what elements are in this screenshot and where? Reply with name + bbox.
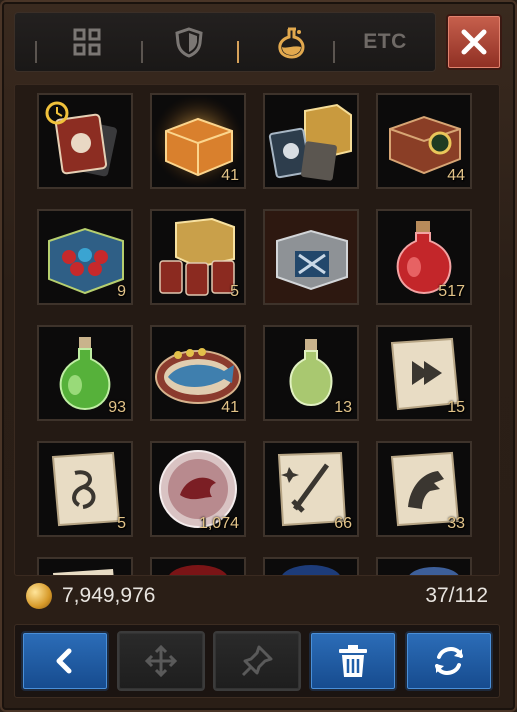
item-slot[interactable]: 93: [37, 325, 133, 421]
inventory-window: ETC 41 44 9 5 517 93 41 13 15 5 1,074 66…: [0, 0, 517, 712]
refresh-icon: [435, 646, 463, 676]
item-quantity: 5: [117, 515, 126, 532]
item-slot[interactable]: 13: [263, 325, 359, 421]
item-quantity: 33: [447, 515, 465, 532]
close-button[interactable]: [446, 14, 502, 70]
item-quantity: 93: [108, 399, 126, 416]
tab-separator: [333, 41, 335, 63]
tab-equipment[interactable]: [149, 13, 229, 71]
trash-button[interactable]: [309, 631, 397, 691]
item-slot[interactable]: [263, 557, 359, 575]
card-chest-bundle-icon: [268, 103, 352, 181]
close-icon: [461, 29, 487, 55]
trash-icon: [339, 645, 367, 677]
inventory-grid: 41 44 9 5 517 93 41 13 15 5 1,074 66 33: [14, 84, 500, 576]
timed-card-pack-icon: [45, 101, 117, 177]
item-quantity: 5: [230, 283, 239, 300]
gold-amount: 7,949,976: [62, 584, 156, 607]
refresh-button[interactable]: [405, 631, 493, 691]
item-quantity: 9: [117, 283, 126, 300]
item-slot[interactable]: 41: [150, 93, 246, 189]
partial-item-icon: [409, 567, 459, 575]
item-slot[interactable]: 15: [376, 325, 472, 421]
item-slot[interactable]: 66: [263, 441, 359, 537]
inventory-capacity: 37/112: [425, 584, 488, 607]
tab-etc-label: ETC: [363, 30, 407, 53]
item-slot[interactable]: 1,074: [150, 441, 246, 537]
item-slot[interactable]: [37, 93, 133, 189]
partial-blue-item-icon: [282, 565, 340, 575]
partial-scroll-icon: [53, 569, 114, 575]
item-quantity: 15: [447, 399, 465, 416]
item-slot[interactable]: 41: [150, 325, 246, 421]
back-arrow-icon: [56, 648, 72, 674]
tab-separator: [141, 41, 143, 63]
tab-consumables[interactable]: [251, 13, 331, 71]
item-quantity: 41: [221, 167, 239, 184]
pin-button[interactable]: [213, 631, 301, 691]
item-slot[interactable]: 9: [37, 209, 133, 305]
tab-etc[interactable]: ETC: [345, 13, 425, 71]
move-icon: [144, 644, 178, 678]
gold-coin-icon: [26, 583, 52, 609]
item-slot[interactable]: 517: [376, 209, 472, 305]
silver-crate-icon: [265, 211, 357, 303]
item-slot[interactable]: 33: [376, 441, 472, 537]
item-quantity: 41: [221, 399, 239, 416]
item-slot[interactable]: [37, 557, 133, 575]
shield-icon: [175, 27, 203, 58]
pin-icon: [241, 645, 273, 677]
item-slot[interactable]: [263, 209, 359, 305]
grid-icon: [73, 28, 101, 56]
item-slot[interactable]: 5: [37, 441, 133, 537]
item-quantity: 517: [438, 283, 465, 300]
item-quantity: 1,074: [198, 515, 239, 532]
item-slot[interactable]: [376, 557, 472, 575]
item-slot[interactable]: 5: [150, 209, 246, 305]
inventory-toolbar: [14, 624, 500, 698]
inventory-status-bar: 7,949,976 37/112: [14, 576, 498, 616]
tab-separator-active: [237, 41, 239, 63]
item-slot[interactable]: [150, 557, 246, 575]
item-slot[interactable]: [263, 93, 359, 189]
item-slot[interactable]: 44: [376, 93, 472, 189]
back-button[interactable]: [21, 631, 109, 691]
tab-bar: ETC: [14, 12, 436, 72]
tab-separator: [35, 41, 37, 63]
potion-icon: [278, 27, 305, 59]
move-button[interactable]: [117, 631, 205, 691]
item-quantity: 13: [334, 399, 352, 416]
item-quantity: 66: [334, 515, 352, 532]
item-quantity: 44: [447, 167, 465, 184]
partial-red-item-icon: [169, 565, 227, 575]
tab-grid[interactable]: [47, 13, 127, 71]
